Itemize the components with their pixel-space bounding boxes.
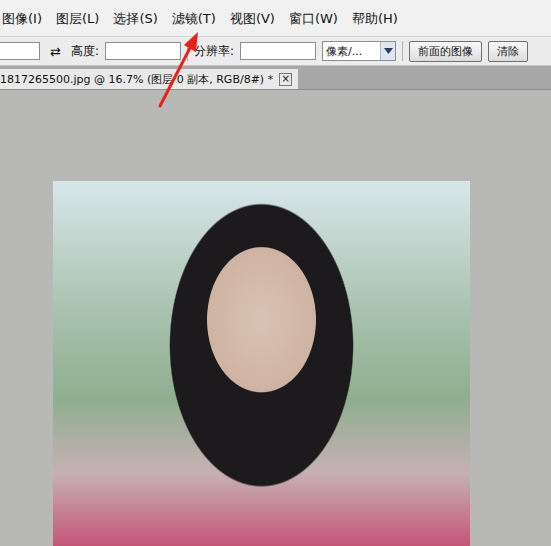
menu-item[interactable]: 图层(L) — [56, 10, 99, 36]
width-field[interactable] — [0, 42, 40, 60]
close-button[interactable]: × — [279, 73, 292, 86]
menu-item[interactable]: 帮助(H) — [352, 10, 398, 36]
dropdown-icon — [380, 42, 395, 60]
separator — [402, 41, 403, 61]
swap-icon[interactable]: ⇄ — [46, 44, 65, 59]
menu-item[interactable]: 选择(S) — [113, 10, 157, 36]
photoshop-window: 图像(I) 图层(L) 选择(S) 滤镜(T) 视图(V) 窗口(W) 帮助(H… — [0, 0, 551, 546]
photo — [53, 181, 470, 546]
height-field[interactable] — [105, 42, 181, 60]
unit-select[interactable]: 像素/... — [322, 41, 396, 61]
option-button[interactable]: 清除 — [488, 41, 528, 62]
document-tab-bar: 1817265500.jpg @ 16.7% (图层 0 副本, RGB/8#)… — [0, 66, 551, 90]
option-button[interactable]: 前面的图像 — [409, 41, 482, 62]
height-label: 高度: — [71, 43, 99, 60]
canvas-area — [0, 90, 551, 546]
menu-item[interactable]: 视图(V) — [230, 10, 275, 36]
red-arrow-icon — [152, 24, 212, 114]
resolution-label: 分辨率: — [194, 43, 234, 60]
menu-item[interactable]: 图像(I) — [2, 10, 42, 36]
resolution-field[interactable] — [240, 42, 316, 60]
menu-bar: 图像(I) 图层(L) 选择(S) 滤镜(T) 视图(V) 窗口(W) 帮助(H… — [0, 0, 551, 36]
document-tab[interactable]: 1817265500.jpg @ 16.7% (图层 0 副本, RGB/8#)… — [0, 69, 298, 89]
menu-item[interactable]: 滤镜(T) — [172, 10, 216, 36]
options-bar: ⇄ 高度: 分辨率: 像素/... 前面的图像清除 — [0, 36, 551, 66]
menu-item[interactable]: 窗口(W) — [289, 10, 338, 36]
